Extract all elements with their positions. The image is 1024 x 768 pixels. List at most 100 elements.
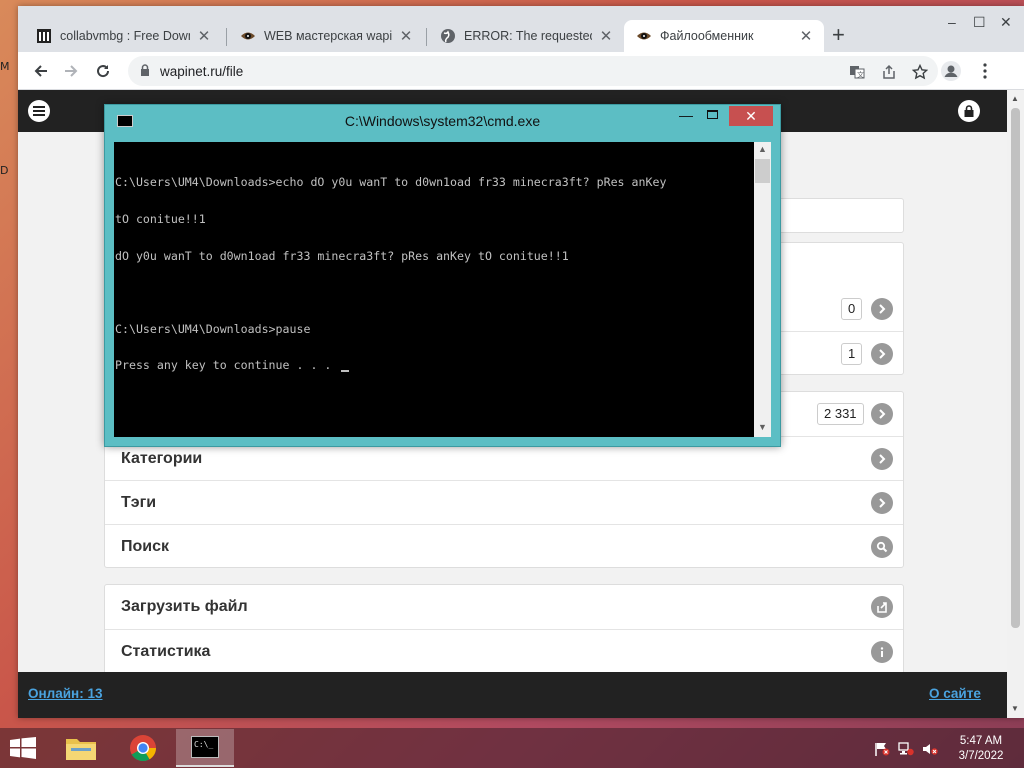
online-users-link[interactable]: Онлайн: 13 bbox=[28, 686, 102, 701]
address-bar[interactable]: wapinet.ru/file 文 bbox=[128, 56, 938, 86]
browser-toolbar: wapinet.ru/file 文 bbox=[18, 52, 1024, 90]
console-scrollbar[interactable]: ▲ ▼ bbox=[754, 142, 771, 437]
chevron-right-icon[interactable] bbox=[871, 403, 893, 425]
upload-share-icon[interactable] bbox=[871, 596, 893, 618]
tab-separator bbox=[426, 28, 427, 46]
list-item-statistics[interactable]: Статистика bbox=[105, 629, 903, 673]
chevron-right-icon[interactable] bbox=[871, 491, 893, 514]
action-center-flag-icon[interactable] bbox=[874, 742, 890, 756]
scrollbar-thumb[interactable] bbox=[755, 159, 770, 183]
console-line: C:\Users\UM4\Downloads>pause bbox=[115, 321, 311, 336]
translate-icon[interactable]: 文 bbox=[848, 63, 866, 81]
tab-close-icon[interactable]: ✕ bbox=[798, 27, 814, 45]
kebab-menu-icon bbox=[983, 63, 987, 79]
chrome-icon bbox=[130, 735, 157, 762]
svg-text:文: 文 bbox=[857, 70, 864, 79]
list-item-search[interactable]: Поиск bbox=[105, 524, 903, 568]
eye-icon bbox=[240, 28, 256, 44]
list-item-upload[interactable]: Загрузить файл bbox=[105, 585, 903, 629]
eye-icon bbox=[636, 28, 652, 44]
cmd-title-bar[interactable]: C:\Windows\system32\cmd.exe — ✕ bbox=[105, 105, 780, 135]
taskbar-chrome[interactable] bbox=[114, 729, 172, 767]
tab-title: collabvmbg : Free Downl bbox=[60, 29, 190, 43]
info-icon[interactable] bbox=[871, 640, 893, 663]
reload-button[interactable] bbox=[92, 60, 114, 82]
taskbar-file-explorer[interactable] bbox=[52, 729, 110, 767]
back-button[interactable] bbox=[30, 60, 52, 82]
tab-web-masterskaya[interactable]: WEB мастерская wapinet ✕ bbox=[228, 20, 424, 52]
console-line: tO conitue!!1 bbox=[115, 212, 206, 226]
lock-icon bbox=[140, 64, 150, 82]
taskbar-cmd[interactable]: C:\_ bbox=[176, 729, 234, 767]
tab-separator bbox=[226, 28, 227, 46]
account-icon bbox=[941, 61, 961, 81]
system-clock[interactable]: 5:47 AM 3/7/2022 bbox=[955, 734, 1007, 764]
clock-date: 3/7/2022 bbox=[958, 750, 1004, 762]
share-icon[interactable] bbox=[880, 63, 898, 81]
folder-icon bbox=[66, 739, 96, 760]
bookmark-star-icon[interactable] bbox=[911, 63, 929, 81]
volume-muted-icon[interactable] bbox=[922, 742, 938, 756]
tab-error[interactable]: ERROR: The requested U ✕ bbox=[428, 20, 624, 52]
forward-button[interactable] bbox=[60, 60, 82, 82]
svg-text:C:\_: C:\_ bbox=[194, 740, 213, 749]
tab-fajloobmennik[interactable]: Файлообменник ✕ bbox=[624, 20, 824, 52]
globe-icon bbox=[440, 28, 456, 44]
actions-panel: Загрузить файл Статистика bbox=[104, 584, 904, 684]
desktop-icon-label-fragment: D bbox=[0, 164, 9, 177]
cmd-window[interactable]: C:\Windows\system32\cmd.exe — ✕ C:\Users… bbox=[104, 104, 781, 447]
maximize-button[interactable]: ☐ bbox=[973, 14, 986, 31]
start-button[interactable] bbox=[10, 737, 36, 764]
tab-title: Файлообменник bbox=[660, 29, 754, 43]
total-files-count-badge: 2 331 bbox=[817, 403, 864, 425]
hamburger-menu-icon[interactable] bbox=[28, 100, 50, 122]
item-count-badge: 1 bbox=[841, 342, 863, 365]
windows-taskbar: C:\_ 5:47 AM 3/7/2022 bbox=[0, 728, 1024, 768]
clock-time: 5:47 AM bbox=[959, 735, 1003, 747]
tags-label: Тэги bbox=[121, 493, 157, 511]
cmd-maximize-button[interactable] bbox=[707, 110, 718, 119]
login-lock-icon[interactable] bbox=[958, 100, 980, 122]
list-item-tags[interactable]: Тэги bbox=[105, 480, 903, 524]
item-count-badge: 0 bbox=[841, 298, 863, 320]
search-label: Поиск bbox=[121, 537, 170, 555]
back-arrow-icon bbox=[34, 65, 47, 77]
search-icon[interactable] bbox=[871, 535, 893, 558]
scroll-down-icon[interactable]: ▼ bbox=[758, 422, 767, 432]
console-output[interactable]: C:\Users\UM4\Downloads>echo dO y0u wanT … bbox=[114, 142, 754, 437]
cmd-close-button[interactable]: ✕ bbox=[729, 106, 773, 126]
close-window-button[interactable]: ✕ bbox=[1000, 14, 1012, 31]
tab-close-icon[interactable]: ✕ bbox=[398, 27, 414, 45]
chevron-right-icon[interactable] bbox=[871, 447, 893, 470]
minimize-button[interactable]: – bbox=[948, 14, 956, 30]
chevron-right-icon[interactable] bbox=[871, 342, 893, 365]
chevron-right-icon[interactable] bbox=[871, 298, 893, 320]
cmd-minimize-button[interactable]: — bbox=[679, 107, 693, 123]
profile-avatar[interactable] bbox=[940, 60, 962, 82]
tab-collabvmbg[interactable]: collabvmbg : Free Downl ✕ bbox=[24, 20, 222, 52]
scroll-up-icon[interactable]: ▲ bbox=[1011, 94, 1019, 103]
console-line: C:\Users\UM4\Downloads>echo dO y0u wanT … bbox=[115, 175, 667, 190]
about-site-link[interactable]: О сайте bbox=[929, 686, 981, 701]
console-line: dO y0u wanT to d0wn1oad fr33 minecra3ft?… bbox=[115, 248, 569, 263]
text-cursor bbox=[341, 369, 350, 372]
scroll-down-icon[interactable]: ▼ bbox=[1011, 704, 1019, 713]
tab-title: WEB мастерская wapinet bbox=[264, 29, 392, 43]
console-line: Press any key to continue . . . bbox=[115, 358, 339, 373]
categories-label: Категории bbox=[121, 449, 203, 467]
url-text: wapinet.ru/file bbox=[160, 64, 244, 79]
browser-menu-button[interactable] bbox=[974, 60, 996, 82]
page-scrollbar[interactable]: ▲ ▼ bbox=[1007, 90, 1024, 718]
new-tab-button[interactable]: + bbox=[832, 24, 845, 46]
network-icon[interactable] bbox=[898, 742, 914, 756]
tab-close-icon[interactable]: ✕ bbox=[196, 27, 212, 45]
site-footer: Онлайн: 13 О сайте bbox=[18, 672, 1007, 718]
scroll-up-icon[interactable]: ▲ bbox=[758, 144, 767, 154]
statistics-label: Статистика bbox=[121, 642, 211, 660]
console-prompt-line: Press any key to continue . . . bbox=[115, 358, 754, 373]
tab-close-icon[interactable]: ✕ bbox=[598, 27, 614, 45]
scrollbar-thumb[interactable] bbox=[1011, 108, 1020, 628]
windows-logo-icon bbox=[10, 737, 36, 759]
upload-file-label: Загрузить файл bbox=[121, 598, 248, 615]
